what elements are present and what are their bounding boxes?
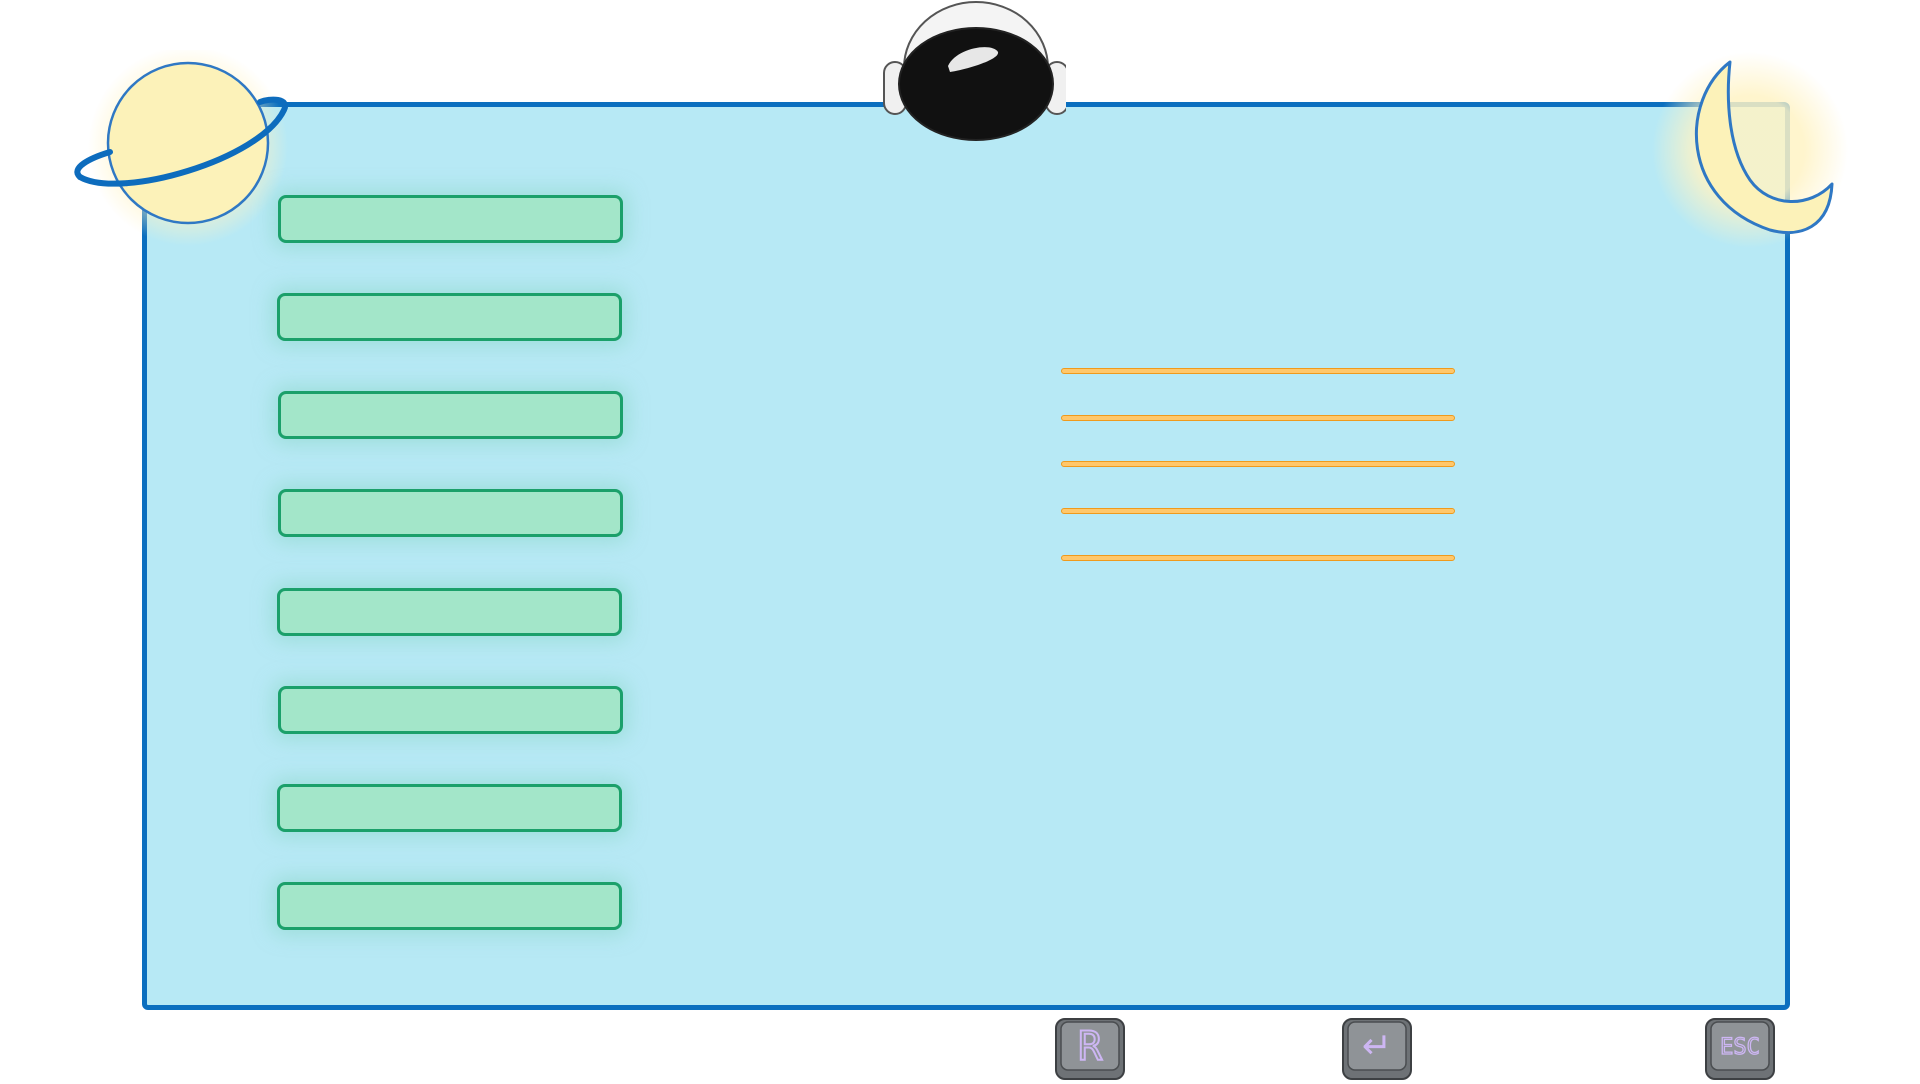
info-line-4 bbox=[1061, 508, 1455, 514]
restart-key-label: R bbox=[1078, 1024, 1103, 1070]
crescent-moon-icon bbox=[1652, 52, 1848, 248]
escape-key-button[interactable]: ESC bbox=[1705, 1018, 1775, 1080]
escape-key-label: ESC bbox=[1720, 1035, 1760, 1060]
menu-button-8[interactable] bbox=[277, 882, 622, 930]
info-line-2 bbox=[1061, 415, 1455, 421]
info-line-5 bbox=[1061, 555, 1455, 561]
info-line-3 bbox=[1061, 461, 1455, 467]
menu-button-4[interactable] bbox=[278, 489, 623, 537]
astronaut-helmet-icon bbox=[883, 1, 1066, 141]
menu-button-6[interactable] bbox=[278, 686, 623, 734]
menu-button-7[interactable] bbox=[277, 784, 622, 832]
menu-button-1[interactable] bbox=[278, 195, 623, 243]
menu-button-2[interactable] bbox=[277, 293, 622, 341]
info-line-1 bbox=[1061, 368, 1455, 374]
planet-icon bbox=[74, 50, 288, 246]
menu-button-5[interactable] bbox=[277, 588, 622, 636]
menu-button-3[interactable] bbox=[278, 391, 623, 439]
restart-key-button[interactable]: R bbox=[1055, 1018, 1125, 1080]
enter-key-label: ↵ bbox=[1362, 1026, 1392, 1067]
enter-key-button[interactable]: ↵ bbox=[1342, 1018, 1412, 1080]
